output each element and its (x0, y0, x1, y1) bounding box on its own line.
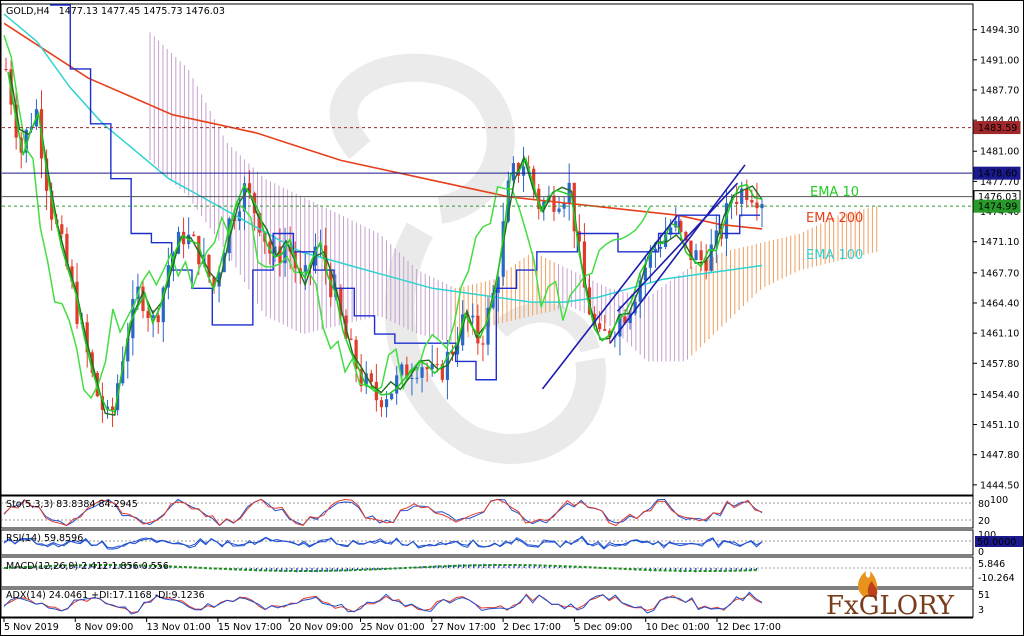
candle-body (521, 166, 526, 176)
rsi-label: RSI(14) 59.8596 (6, 533, 83, 544)
rsi-tick-0: 0 (978, 547, 984, 558)
price-tick-label: 1457.80 (980, 359, 1019, 370)
price-tick-label: 1491.00 (980, 55, 1019, 66)
candle-body (420, 367, 424, 378)
candle-body (699, 250, 703, 261)
price-tick-label: 1467.70 (980, 268, 1019, 279)
time-tick-label: 13 Nov 01:00 (147, 622, 211, 633)
adx-tick-bottom: 3 (978, 605, 984, 616)
candle-body (658, 246, 663, 249)
stoch-tick-80: 80 (978, 499, 990, 510)
candle-body (384, 399, 389, 408)
price-tag-text-blue-level: 1478.60 (978, 169, 1017, 180)
candle-body (156, 315, 160, 323)
time-tick-label: 5 Nov 2019 (4, 622, 59, 633)
candle-body (562, 203, 566, 209)
time-tick-label: 25 Nov 01:00 (361, 622, 425, 633)
candle-body (369, 373, 373, 382)
symbol-text: GOLD,H4 (6, 6, 50, 17)
time-tick-label: 15 Nov 17:00 (218, 622, 282, 633)
time-tick-label: 10 Dec 01:00 (646, 622, 710, 633)
macd-tick-top: 5.846 (978, 559, 1005, 570)
candle-body (192, 234, 196, 236)
candle-body (349, 338, 353, 340)
price-tick-label: 1481.00 (980, 147, 1019, 158)
price-tick-label: 1444.50 (980, 480, 1019, 491)
time-tick-label: 27 Nov 17:00 (432, 622, 496, 633)
macd-tick-bottom: -10.264 (978, 573, 1015, 584)
candle-body (481, 343, 485, 345)
stoch-tick-20: 20 (978, 516, 990, 527)
ema200-label: EMA 200 (806, 211, 863, 226)
candle-body (603, 329, 607, 331)
candle-body (4, 68, 8, 70)
candle-body (511, 163, 515, 181)
logo-text: FxGLORY (826, 591, 955, 621)
candle-body (598, 323, 602, 330)
candle-body (735, 201, 739, 204)
price-tick-label: 1494.30 (980, 25, 1019, 36)
price-tag-text-green-level: 1474.99 (978, 202, 1017, 213)
time-tick-label: 12 Dec 17:00 (717, 622, 781, 633)
price-tick-label: 1454.40 (980, 390, 1019, 401)
candle-body (755, 202, 759, 209)
time-tick-label: 2 Dec 17:00 (503, 622, 561, 633)
price-tick-label: 1447.80 (980, 450, 1019, 461)
ohlc-text: 1477.13 1477.45 1475.73 1476.03 (59, 6, 225, 17)
stoch-label: Sto(5,3,3) 83.8384 84.2945 (6, 499, 138, 510)
candle-body (390, 393, 394, 400)
candle-body (110, 406, 115, 411)
candle-body (415, 377, 419, 379)
candle-body (395, 375, 399, 394)
price-tick-label: 1471.10 (980, 237, 1019, 248)
time-tick-label: 5 Dec 09:00 (574, 622, 632, 633)
price-tag-text-red-level: 1483.59 (978, 123, 1017, 134)
candle-body (60, 224, 64, 234)
price-tick-label: 1487.70 (980, 86, 1019, 97)
stoch-tick-100: 100 (990, 495, 1008, 506)
macd-label: MACD(12,26,9) 2.412 1.856 0.556 (6, 561, 169, 572)
adx-tick-top: 51 (978, 590, 990, 601)
symbol-label: GOLD,H4 1477.13 1477.45 1475.73 1476.03 (6, 6, 225, 17)
candle-body (567, 182, 571, 204)
candle-body (410, 378, 414, 380)
candle-body (237, 211, 241, 222)
candle-body (557, 208, 561, 212)
candle-body (379, 400, 384, 408)
candle-body (435, 363, 439, 365)
adx-label: ADX(14) 24.0461 +DI:17.1168 -DI:9.1236 (6, 590, 205, 601)
time-tick-label: 20 Nov 09:00 (289, 622, 353, 633)
price-tick-label: 1464.40 (980, 298, 1019, 309)
candle-body (471, 315, 475, 318)
price-tick-label: 1451.10 (980, 420, 1019, 431)
candle-body (552, 195, 556, 212)
candle-body (750, 199, 754, 203)
ema100-label: EMA 100 (806, 248, 863, 263)
candle-body (709, 244, 713, 271)
candle-body (476, 315, 480, 344)
time-tick-label: 8 Nov 09:00 (75, 622, 133, 633)
candle-body (694, 250, 698, 261)
ema10-label: EMA 10 (810, 185, 859, 200)
candle-body (425, 367, 429, 370)
candle-body (745, 188, 749, 200)
price-tick-label: 1461.10 (980, 329, 1019, 340)
price-chart: GOLD,H4 1477.13 1477.45 1475.73 1476.03 … (0, 0, 1024, 636)
